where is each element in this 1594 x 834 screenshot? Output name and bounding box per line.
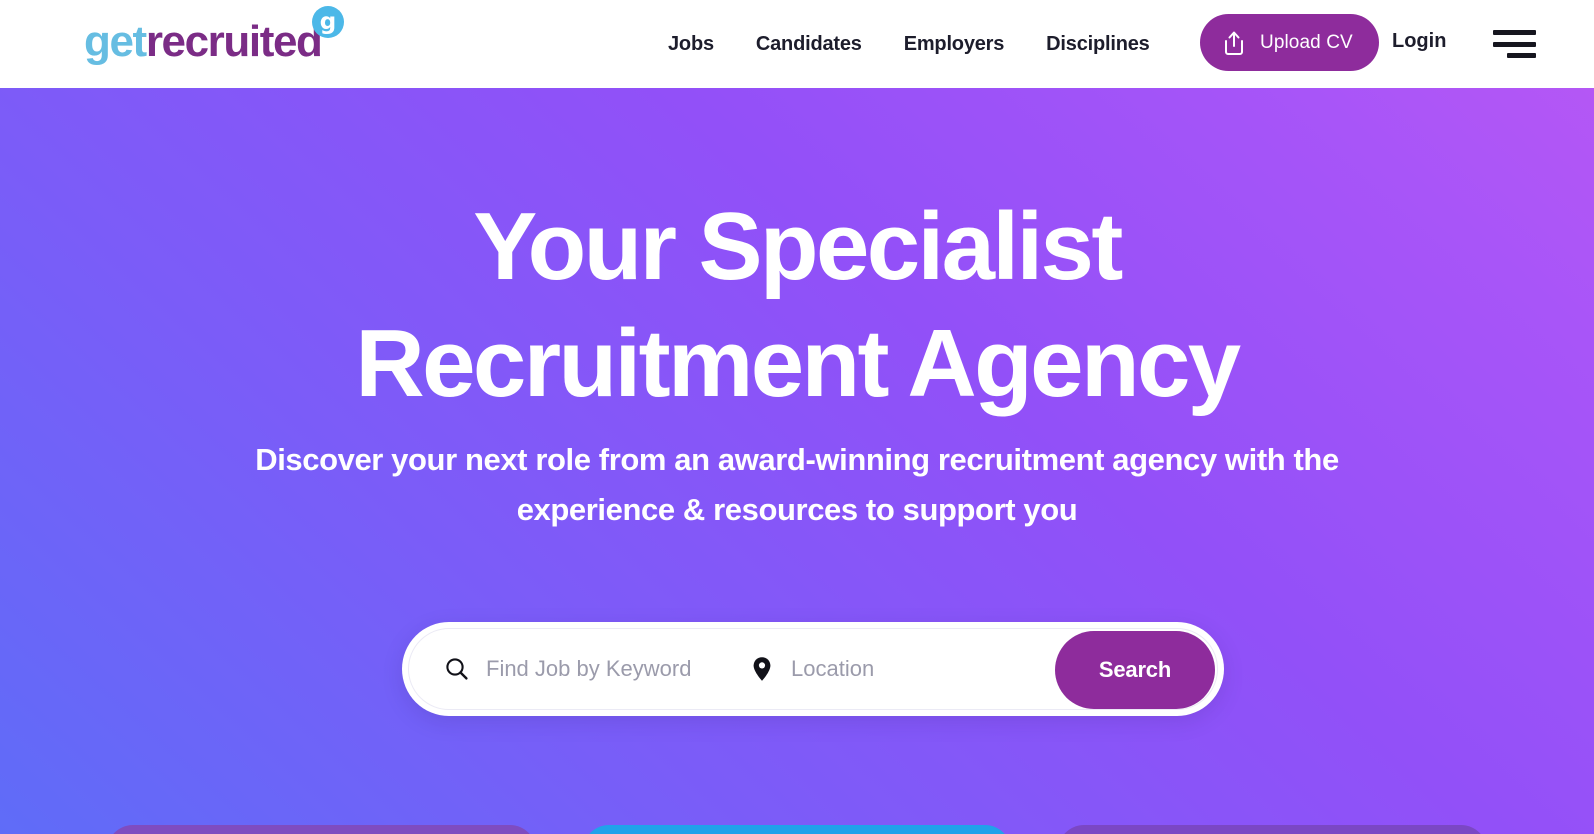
page-root: getrecruited g Jobs Candidates Employers…	[0, 0, 1594, 834]
hamburger-menu-icon[interactable]	[1493, 30, 1536, 58]
location-pin-icon	[747, 655, 777, 683]
search-button[interactable]: Search	[1055, 631, 1215, 709]
search-input[interactable]	[472, 656, 739, 682]
logo-text-recruited: recruited	[145, 17, 323, 66]
keyword-field-group	[409, 629, 739, 709]
location-input[interactable]	[777, 656, 1039, 682]
hamburger-line-1	[1493, 30, 1536, 35]
job-search-bar-inner: Search	[408, 628, 1218, 710]
site-logo[interactable]: getrecruited g	[84, 6, 344, 74]
logo-text: getrecruited	[84, 17, 323, 66]
upload-cv-label: Upload CV	[1260, 31, 1353, 53]
cta-card-job-search[interactable]: Job Search ➔	[1058, 825, 1488, 834]
search-icon	[442, 656, 472, 682]
person-circle-icon: g	[312, 6, 344, 38]
job-search-bar: Search	[402, 622, 1224, 716]
cta-card-recruit-with-us[interactable]: Recruit With Us ➔	[107, 825, 536, 834]
nav-item-jobs[interactable]: Jobs	[668, 33, 714, 56]
upload-icon	[1222, 30, 1246, 56]
hero-title-line-1: Your Specialist	[473, 193, 1123, 300]
nav-item-disciplines[interactable]: Disciplines	[1046, 33, 1150, 56]
nav-item-candidates[interactable]: Candidates	[756, 33, 862, 56]
hero-section: Your Specialist Recruitment Agency Disco…	[0, 88, 1594, 834]
hamburger-line-3	[1507, 53, 1536, 58]
upload-cv-button[interactable]: Upload CV	[1200, 14, 1379, 71]
nav-item-employers[interactable]: Employers	[904, 33, 1005, 56]
page-title: Your Specialist Recruitment Agency	[0, 188, 1594, 422]
location-field-group	[739, 629, 1039, 709]
main-navigation: Jobs Candidates Employers Disciplines	[668, 0, 1150, 88]
cta-card-row: Recruit With Us ➔ Register your CV ➔ Job…	[107, 825, 1488, 834]
hero-title-line-2: Recruitment Agency	[355, 310, 1241, 418]
login-link[interactable]: Login	[1392, 30, 1446, 53]
cta-card-register-your-cv[interactable]: Register your CV ➔	[582, 825, 1012, 834]
hamburger-line-2	[1493, 41, 1536, 47]
hero-subtitle: Discover your next role from an award-wi…	[255, 442, 1339, 528]
site-header: getrecruited g Jobs Candidates Employers…	[0, 0, 1594, 88]
logo-text-get: get	[84, 17, 147, 66]
